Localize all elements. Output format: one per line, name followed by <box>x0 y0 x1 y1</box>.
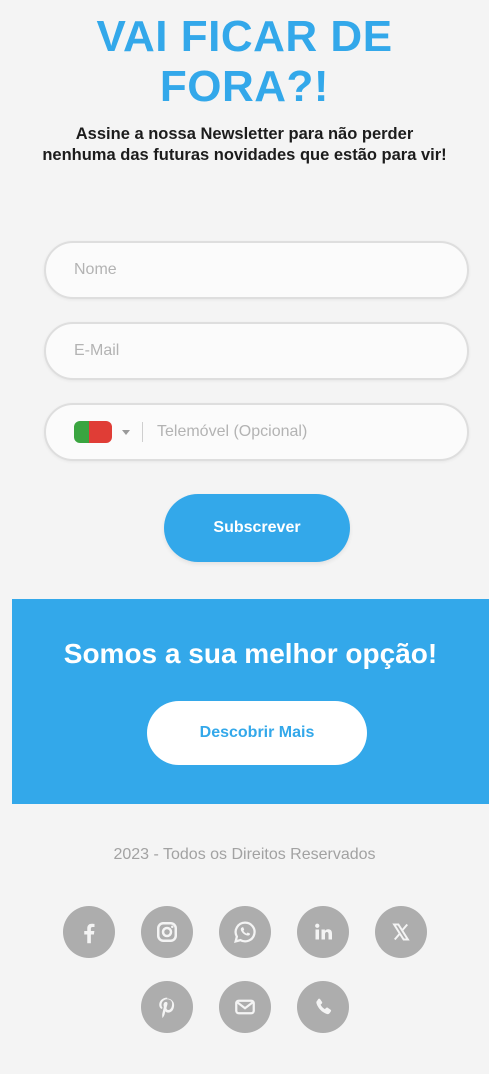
x-icon[interactable] <box>374 906 427 958</box>
email-input[interactable] <box>46 324 467 378</box>
copyright-text: 2023 - Todos os Direitos Reservados <box>113 846 376 863</box>
linkedin-icon[interactable] <box>296 906 349 958</box>
phone-field[interactable] <box>44 403 469 461</box>
headline: VAI FICAR DE FORA?! <box>0 12 489 112</box>
email-icon[interactable] <box>218 981 271 1033</box>
promo-banner: Somos a sua melhor opção! Descobrir Mais <box>12 599 489 804</box>
newsletter-description: Assine a nossa Newsletter para não perde… <box>42 125 447 164</box>
phone-input[interactable] <box>143 405 467 459</box>
facebook-icon[interactable] <box>62 906 115 958</box>
phone-icon[interactable] <box>296 981 349 1033</box>
instagram-icon[interactable] <box>140 906 193 958</box>
headline-line-1: VAI FICAR DE <box>96 12 393 61</box>
headline-line-2: FORA?! <box>159 62 330 111</box>
banner-title: Somos a sua melhor opção! <box>63 638 438 669</box>
newsletter-page: VAI FICAR DE FORA?! Assine a nossa Newsl… <box>0 0 489 1074</box>
portugal-flag-icon[interactable] <box>74 421 112 443</box>
discover-more-button[interactable]: Descobrir Mais <box>147 701 367 765</box>
social-links-row-2 <box>0 981 489 1033</box>
email-field[interactable] <box>44 322 469 380</box>
chevron-down-icon[interactable] <box>122 429 130 435</box>
name-field[interactable] <box>44 241 469 299</box>
pinterest-icon[interactable] <box>140 981 193 1033</box>
whatsapp-icon[interactable] <box>218 906 271 958</box>
name-input[interactable] <box>46 243 467 297</box>
subscribe-button[interactable]: Subscrever <box>164 494 350 562</box>
social-links-row-1 <box>0 906 489 958</box>
